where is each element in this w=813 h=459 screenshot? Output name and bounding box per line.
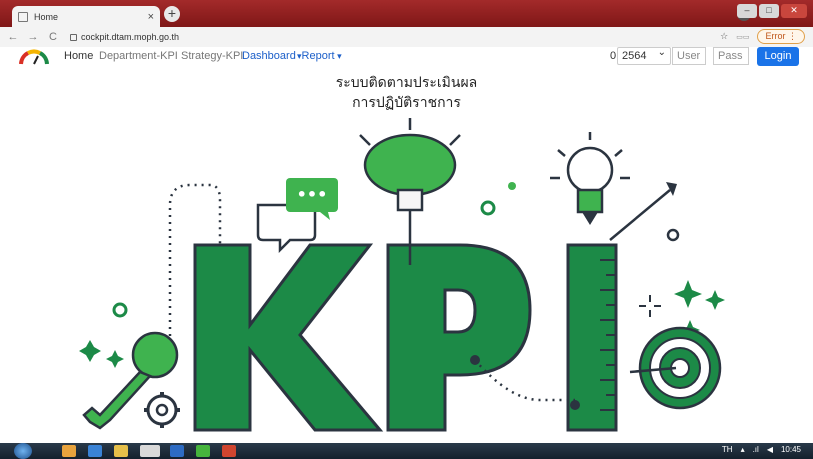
system-tray: TH ▴ .ıl ◀ 10:45: [722, 445, 801, 454]
word-icon[interactable]: [170, 445, 184, 457]
nav-dashboard[interactable]: Dashboard: [242, 50, 296, 62]
folder-icon[interactable]: [114, 445, 128, 457]
sparkle-icon: [674, 280, 702, 308]
kpi-letter-k: [193, 243, 384, 432]
new-tab-button[interactable]: +: [164, 6, 180, 22]
ring-decoration: [480, 200, 496, 216]
error-button[interactable]: Error ⋮: [757, 29, 805, 44]
zero-label: 0: [610, 50, 617, 62]
star-icon[interactable]: ☆: [720, 31, 728, 42]
ring-decoration: [112, 302, 128, 318]
brain-lightbulb-icon: [359, 118, 461, 265]
language-indicator[interactable]: TH: [722, 445, 733, 454]
window-controls: – □ ✕: [737, 4, 807, 18]
address-bar-actions: ☆ ▭▭ Error ⋮: [720, 29, 805, 44]
chrome-icon[interactable]: [140, 445, 160, 457]
browser-tab[interactable]: Home ×: [12, 6, 160, 27]
volume-icon[interactable]: ◀: [767, 445, 773, 454]
arrow-head-icon: [666, 182, 677, 196]
title-line-1: ระบบติดตามประเมินผล: [335, 75, 478, 91]
lock-icon: [70, 33, 77, 41]
back-arrow-icon[interactable]: ←: [6, 31, 20, 43]
nav-department-kpi[interactable]: Department-KPI: [99, 50, 178, 62]
url-field[interactable]: cockpit.dtam.moph.go.th: [70, 32, 179, 42]
page-title: ระบบติดตามประเมินผล การปฏิบัติราชการ: [0, 73, 813, 113]
nav-home[interactable]: Home: [64, 50, 93, 62]
username-input[interactable]: User: [672, 47, 706, 65]
kpi-illustration: •••: [79, 118, 725, 432]
dot-decoration: [508, 182, 516, 190]
browser-titlebar: Home × + – □ ✕: [0, 0, 813, 27]
forward-arrow-icon[interactable]: →: [26, 31, 40, 43]
reload-icon[interactable]: C: [46, 31, 60, 43]
dot-marker: [470, 355, 480, 365]
address-bar: ← → C cockpit.dtam.moph.go.th ☆ ▭▭ Error…: [0, 27, 813, 47]
maximize-icon[interactable]: □: [759, 4, 779, 18]
gauge-logo-icon[interactable]: [18, 49, 50, 65]
start-button[interactable]: [14, 443, 32, 459]
target-icon: [629, 326, 722, 410]
extension-icon[interactable]: ▭▭: [736, 33, 749, 41]
year-value: 2564: [622, 50, 647, 62]
sparkle-icon: [705, 290, 725, 310]
powerpoint-icon[interactable]: [222, 445, 236, 457]
nav-report-dropdown[interactable]: Report: [297, 50, 342, 62]
growth-arrow: [609, 189, 671, 241]
page-icon: [18, 11, 28, 22]
signal-icon[interactable]: .ıl: [753, 445, 759, 454]
error-label: Error: [765, 31, 786, 41]
nav-strategy-kpi[interactable]: Strategy-KPI: [181, 50, 243, 62]
dot-marker: [570, 400, 580, 410]
gear-icon: [144, 392, 180, 428]
network-icon[interactable]: ▴: [741, 445, 745, 454]
ring-decoration: [666, 228, 680, 242]
line-icon[interactable]: [196, 445, 210, 457]
password-input[interactable]: Pass: [713, 47, 749, 65]
burst-icon: [639, 295, 661, 317]
file-explorer-icon[interactable]: [62, 445, 76, 457]
tab-title: Home: [34, 11, 59, 22]
site-navbar: Home Department-KPI Strategy-KPI Dashboa…: [0, 47, 813, 67]
kpi-letter-p: [386, 243, 532, 432]
url-text: cockpit.dtam.moph.go.th: [81, 32, 180, 42]
close-window-icon[interactable]: ✕: [781, 4, 807, 18]
year-select[interactable]: 2564: [617, 47, 671, 65]
lightbulb-icon: [550, 132, 630, 225]
minimize-icon[interactable]: –: [737, 4, 757, 18]
clock[interactable]: 10:45: [781, 445, 801, 454]
login-button[interactable]: Login: [757, 47, 799, 66]
tab-close-icon[interactable]: ×: [148, 11, 154, 23]
os-taskbar: TH ▴ .ıl ◀ 10:45: [0, 443, 813, 459]
internet-explorer-icon[interactable]: [88, 445, 102, 457]
chat-dots: •••: [297, 185, 328, 204]
